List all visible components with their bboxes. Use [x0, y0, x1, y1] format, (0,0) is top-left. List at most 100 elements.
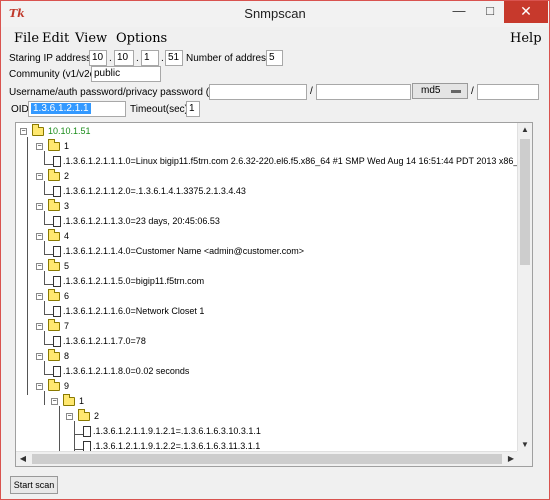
ip-octet-3-field[interactable]: 1 [141, 50, 159, 66]
timeout-label: Timeout(sec) [130, 104, 188, 115]
collapse-icon[interactable]: − [36, 383, 43, 390]
tree-folder-node[interactable]: − 1 [36, 139, 96, 154]
tree-node-label: .1.3.6.1.2.1.1.6.0=Network Closet 1 [63, 306, 205, 316]
collapse-icon[interactable]: − [36, 173, 43, 180]
menu-file[interactable]: File [14, 31, 39, 46]
tree-folder-node[interactable]: − 2 [66, 409, 126, 424]
document-icon [53, 186, 61, 197]
tree-canvas[interactable]: − 10.10.1.51 − 1 .1.3.6.1.2.1.1.1.0=Linu… [16, 123, 518, 452]
scroll-up-icon[interactable]: ▲ [518, 123, 532, 137]
vertical-scroll-thumb[interactable] [520, 139, 530, 265]
document-icon [53, 156, 61, 167]
title-bar[interactable]: Tk Snmpscan — □ ✕ [1, 1, 549, 27]
tree-node-label: .1.3.6.1.2.1.1.2.0=.1.3.6.1.4.1.3375.2.1… [63, 186, 246, 196]
ip-octet-2-field[interactable]: 10 [114, 50, 134, 66]
folder-icon [48, 169, 60, 181]
scroll-right-icon[interactable]: ▶ [504, 452, 518, 466]
tree-leaf-node[interactable]: .1.3.6.1.2.1.1.4.0=Customer Name <admin@… [53, 245, 373, 259]
num-address-label: Number of address: [186, 53, 274, 64]
tree-folder-node[interactable]: − 1 [51, 394, 111, 409]
oid-field[interactable]: 1.3.6.1.2.1.1 [28, 101, 126, 117]
community-label: Community (v1/v2c) [9, 69, 98, 80]
tree-node-label: 2 [64, 171, 70, 181]
collapse-icon[interactable]: − [66, 413, 73, 420]
folder-icon [63, 394, 75, 406]
tree-connector [44, 164, 53, 165]
tree-folder-node[interactable]: − 8 [36, 349, 96, 364]
tree-folder-node[interactable]: − 4 [36, 229, 96, 244]
tree-connector [74, 421, 75, 452]
start-scan-button[interactable]: Start scan [10, 476, 58, 494]
tree-node-label: 2 [94, 411, 100, 421]
tree-leaf-node[interactable]: .1.3.6.1.2.1.1.5.0=bigip11.f5trn.com [53, 275, 353, 289]
tree-node-label: 1 [79, 396, 85, 406]
tree-leaf-node[interactable]: .1.3.6.1.2.1.1.2.0=.1.3.6.1.4.1.3375.2.1… [53, 185, 353, 199]
menu-edit[interactable]: Edit [42, 31, 69, 46]
vertical-scrollbar[interactable]: ▲ ▼ [517, 123, 532, 452]
menu-options[interactable]: Options [116, 31, 167, 46]
v3-credentials-label: Username/auth password/privacy password … [9, 87, 223, 98]
tree-connector [44, 194, 53, 195]
folder-icon [78, 409, 90, 421]
close-button[interactable]: ✕ [504, 1, 548, 23]
collapse-icon[interactable]: − [36, 233, 43, 240]
collapse-icon[interactable]: − [20, 128, 27, 135]
menu-view[interactable]: View [75, 31, 107, 46]
scroll-down-icon[interactable]: ▼ [518, 438, 532, 452]
collapse-icon[interactable]: − [36, 293, 43, 300]
username-field[interactable] [209, 84, 307, 100]
collapse-icon[interactable]: − [36, 143, 43, 150]
ip-separator: . [136, 53, 139, 64]
tree-folder-node[interactable]: − 9 [36, 379, 96, 394]
tree-leaf-node[interactable]: .1.3.6.1.2.1.1.7.0=78 [53, 335, 353, 349]
tree-folder-node[interactable]: − 3 [36, 199, 96, 214]
tree-folder-node[interactable]: − 5 [36, 259, 96, 274]
folder-icon [32, 124, 44, 136]
document-icon [83, 426, 91, 437]
ip-octet-1-field[interactable]: 10 [89, 50, 107, 66]
collapse-icon[interactable]: − [36, 203, 43, 210]
tree-connector [44, 374, 53, 375]
tree-connector [74, 434, 83, 435]
tree-connector [44, 254, 53, 255]
horizontal-scrollbar[interactable]: ◀ ▶ [16, 451, 518, 466]
tree-leaf-node[interactable]: .1.3.6.1.2.1.1.8.0=0.02 seconds [53, 365, 353, 379]
community-field[interactable]: public [91, 66, 161, 82]
ip-separator: . [161, 53, 164, 64]
scroll-left-icon[interactable]: ◀ [16, 452, 30, 466]
collapse-icon[interactable]: − [36, 353, 43, 360]
document-icon [53, 246, 61, 257]
privacy-password-field[interactable] [477, 84, 539, 100]
v3-separator: / [310, 86, 313, 97]
tree-node-label: 6 [64, 291, 70, 301]
tree-folder-node[interactable]: − 6 [36, 289, 96, 304]
num-address-field[interactable]: 5 [266, 50, 283, 66]
tree-leaf-node[interactable]: .1.3.6.1.2.1.1.3.0=23 days, 20:45:06.53 [53, 215, 353, 229]
ip-separator: . [109, 53, 112, 64]
tree-node-label: .1.3.6.1.2.1.1.3.0=23 days, 20:45:06.53 [63, 216, 220, 226]
collapse-icon[interactable]: − [51, 398, 58, 405]
timeout-field[interactable]: 1 [186, 101, 200, 117]
tree-node-label: .1.3.6.1.2.1.1.9.1.2.1=.1.3.6.1.6.3.10.3… [93, 426, 261, 436]
results-tree[interactable]: − 10.10.1.51 − 1 .1.3.6.1.2.1.1.1.0=Linu… [15, 122, 533, 467]
collapse-icon[interactable]: − [36, 323, 43, 330]
tree-leaf-node[interactable]: .1.3.6.1.2.1.1.6.0=Network Closet 1 [53, 305, 353, 319]
tree-folder-node[interactable]: − 7 [36, 319, 96, 334]
tree-node-label: 3 [64, 201, 70, 211]
horizontal-scroll-thumb[interactable] [32, 454, 502, 464]
tree-root-node[interactable]: − 10.10.1.51 [20, 124, 120, 139]
menu-help[interactable]: Help [510, 31, 542, 46]
auth-password-field[interactable] [316, 84, 411, 100]
tree-folder-node[interactable]: − 2 [36, 169, 96, 184]
v3-separator: / [471, 86, 474, 97]
minimize-button[interactable]: — [444, 1, 474, 23]
collapse-icon[interactable]: − [36, 263, 43, 270]
tree-leaf-node[interactable]: .1.3.6.1.2.1.1.1.0=Linux bigip11.f5trn.c… [53, 155, 518, 169]
tree-leaf-node[interactable]: .1.3.6.1.2.1.1.9.1.2.1=.1.3.6.1.6.3.10.3… [83, 425, 383, 439]
document-icon [53, 276, 61, 287]
ip-octet-4-field[interactable]: 51 [165, 50, 183, 66]
auth-protocol-value: md5 [421, 85, 441, 96]
auth-protocol-select[interactable]: md5 [412, 83, 468, 99]
maximize-button[interactable]: □ [475, 1, 505, 23]
folder-icon [48, 349, 60, 361]
